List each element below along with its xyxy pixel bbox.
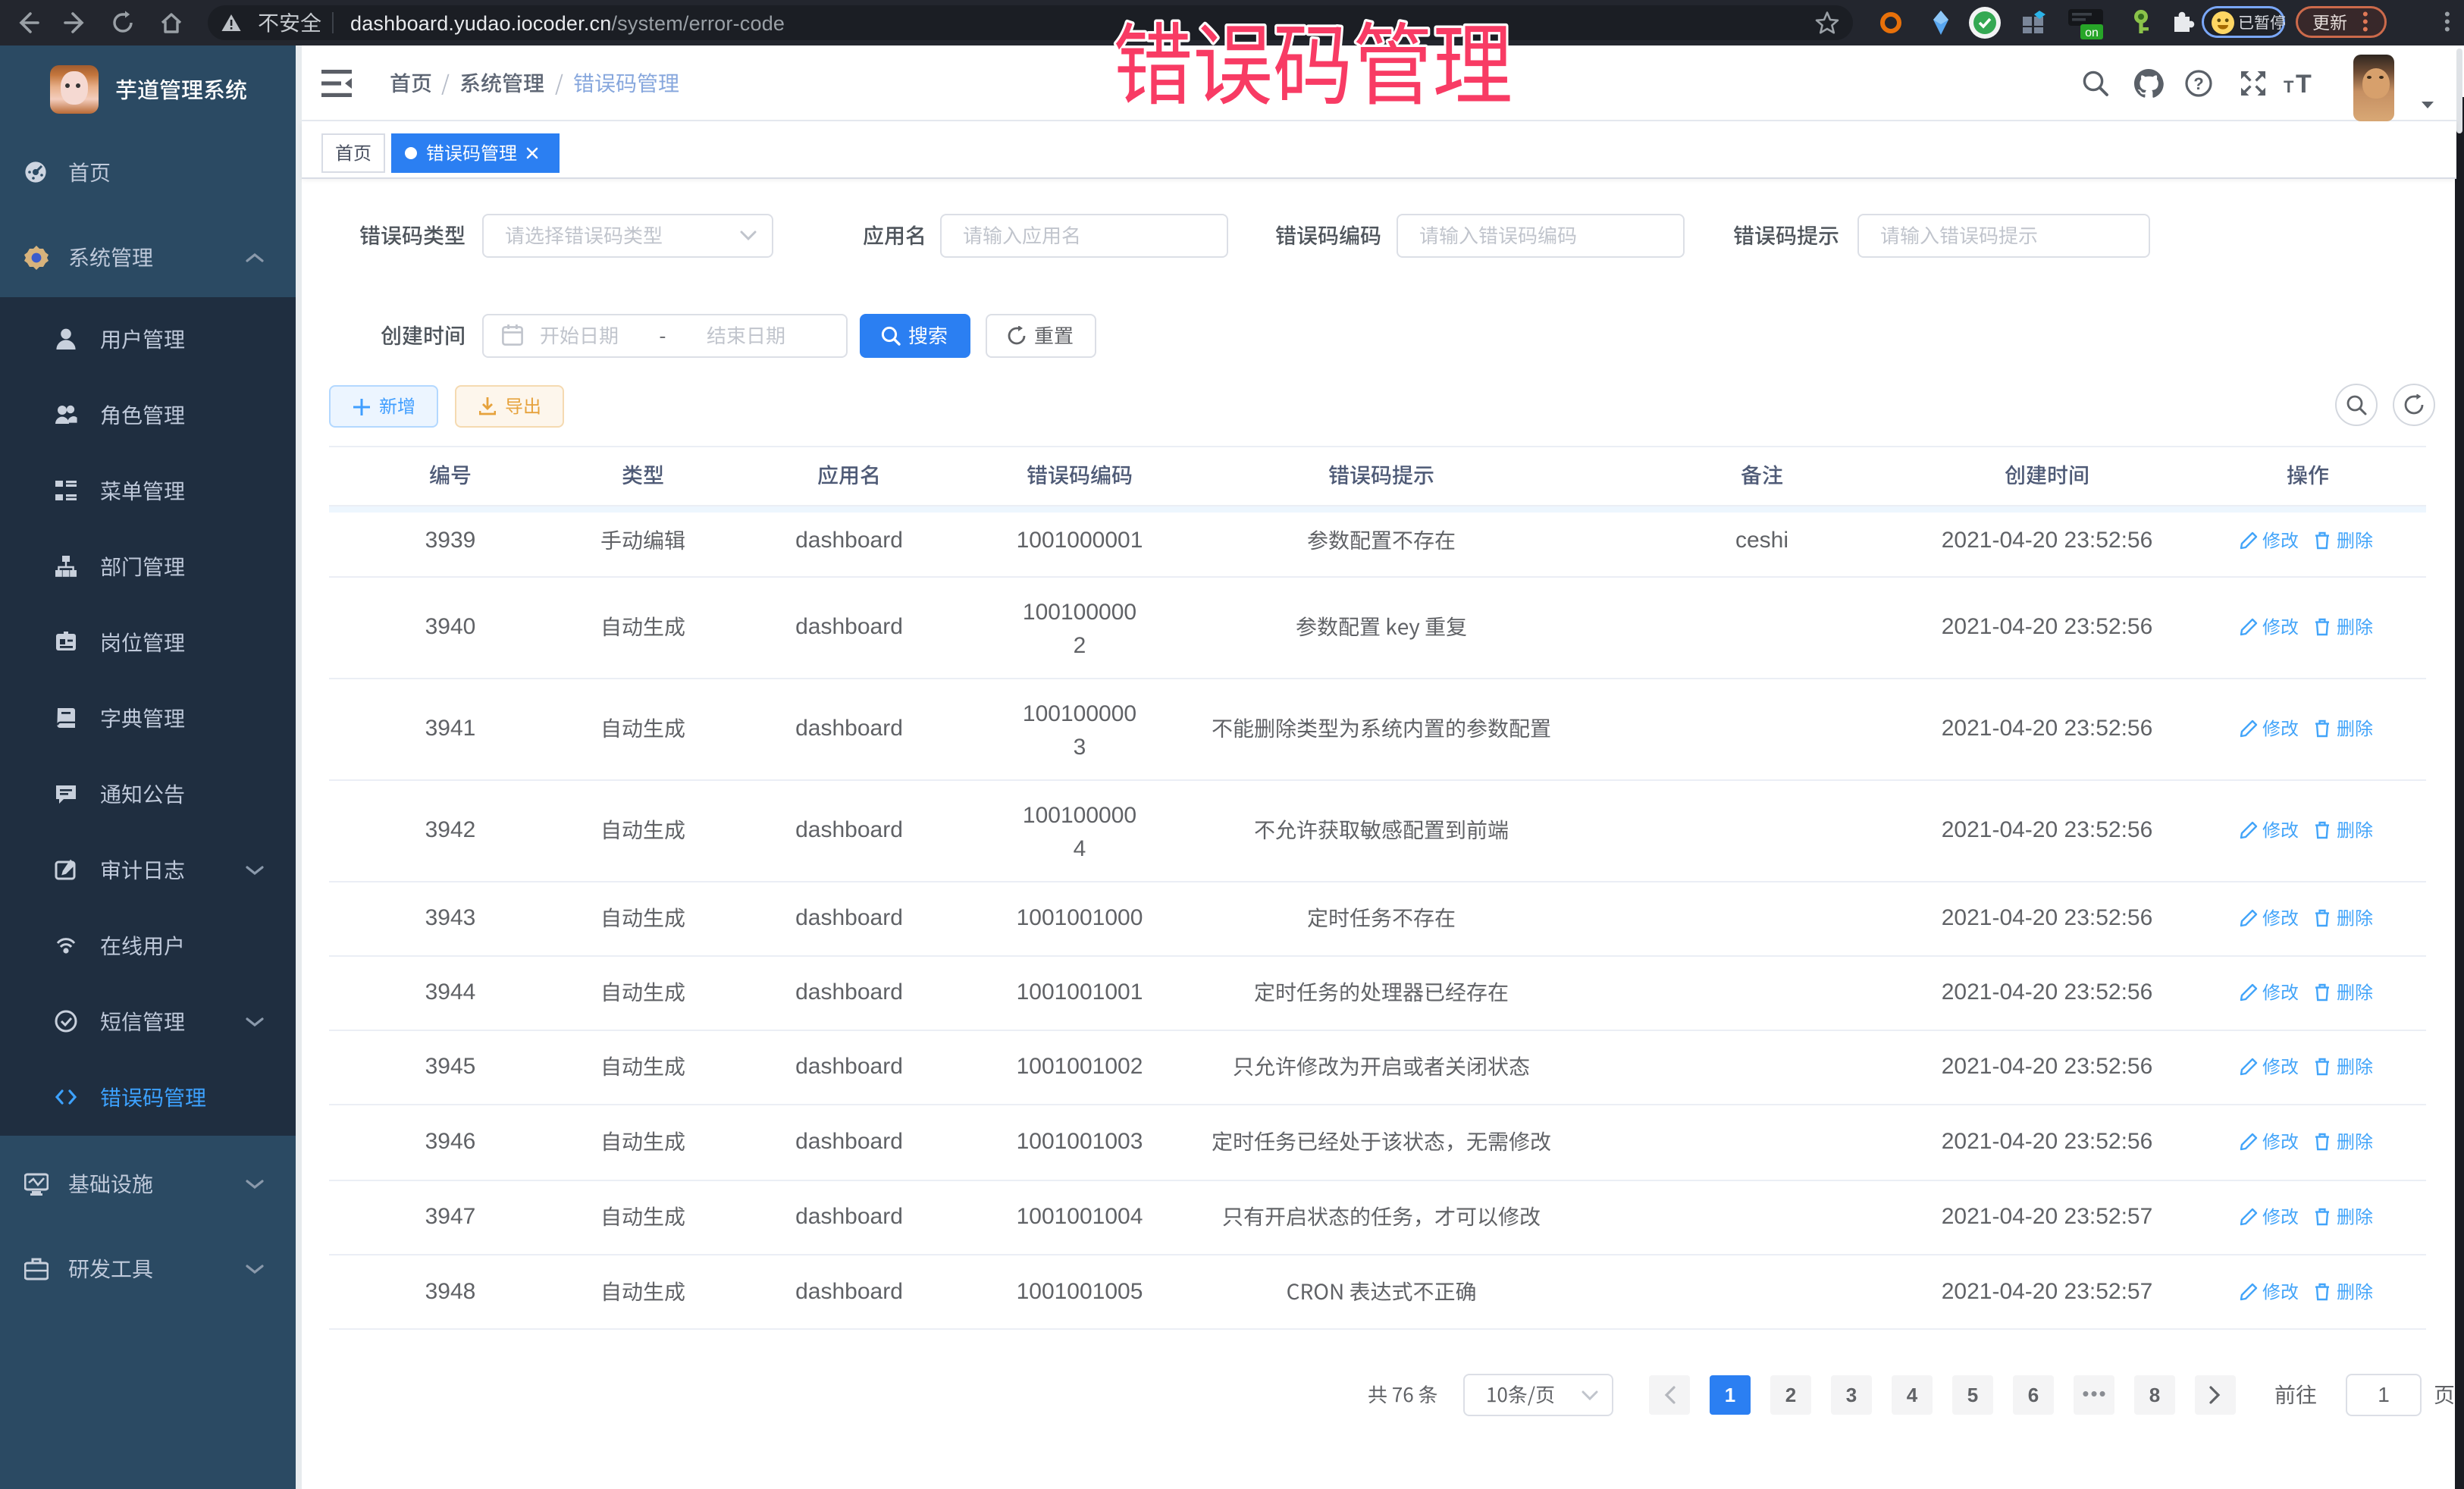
svg-text:?: ?: [2193, 74, 2203, 93]
svg-text:on: on: [2085, 27, 2099, 39]
svg-text:T: T: [2296, 71, 2312, 96]
svg-text:T: T: [2284, 77, 2294, 96]
